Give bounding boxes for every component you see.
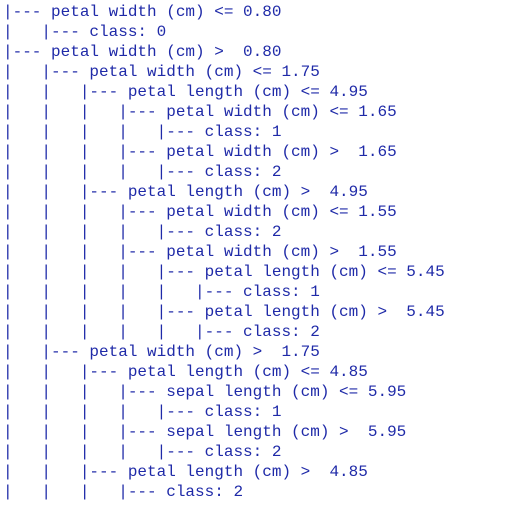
tree-line-split: | | | |--- petal width (cm) > 1.65 [3,143,397,161]
tree-line-leaf: | | | | | |--- class: 1 [3,283,320,301]
tree-line-leaf: | | | | |--- class: 2 [3,443,282,461]
decision-tree-text: |--- petal width (cm) <= 0.80 | |--- clas… [3,2,445,502]
tree-line-split: | | | |--- petal width (cm) > 1.55 [3,243,397,261]
tree-line-leaf: | | | | |--- class: 2 [3,223,282,241]
tree-line-split: | | |--- petal length (cm) > 4.95 [3,183,368,201]
tree-line-split: | | |--- petal length (cm) > 4.85 [3,463,368,481]
tree-line-split: | | | | |--- petal length (cm) <= 5.45 [3,263,445,281]
tree-line-leaf: | | | | | |--- class: 2 [3,323,320,341]
tree-line-split: | | | |--- petal width (cm) <= 1.55 [3,203,397,221]
tree-line-leaf: | |--- class: 0 [3,23,167,41]
tree-line-split: | | | | |--- petal length (cm) > 5.45 [3,303,445,321]
tree-line-split: | | |--- petal length (cm) <= 4.85 [3,363,368,381]
tree-line-leaf: | | | |--- class: 2 [3,483,244,501]
tree-line-split: |--- petal width (cm) > 0.80 [3,43,282,61]
tree-line-split: | |--- petal width (cm) <= 1.75 [3,63,320,81]
tree-line-split: | | | |--- sepal length (cm) <= 5.95 [3,383,407,401]
tree-line-split: | | | |--- sepal length (cm) > 5.95 [3,423,407,441]
tree-line-split: | | |--- petal length (cm) <= 4.95 [3,83,368,101]
tree-line-leaf: | | | | |--- class: 2 [3,163,282,181]
tree-line-split: | | | |--- petal width (cm) <= 1.65 [3,103,397,121]
tree-line-split: | |--- petal width (cm) > 1.75 [3,343,320,361]
tree-line-leaf: | | | | |--- class: 1 [3,403,282,421]
tree-line-split: |--- petal width (cm) <= 0.80 [3,3,282,21]
tree-line-leaf: | | | | |--- class: 1 [3,123,282,141]
